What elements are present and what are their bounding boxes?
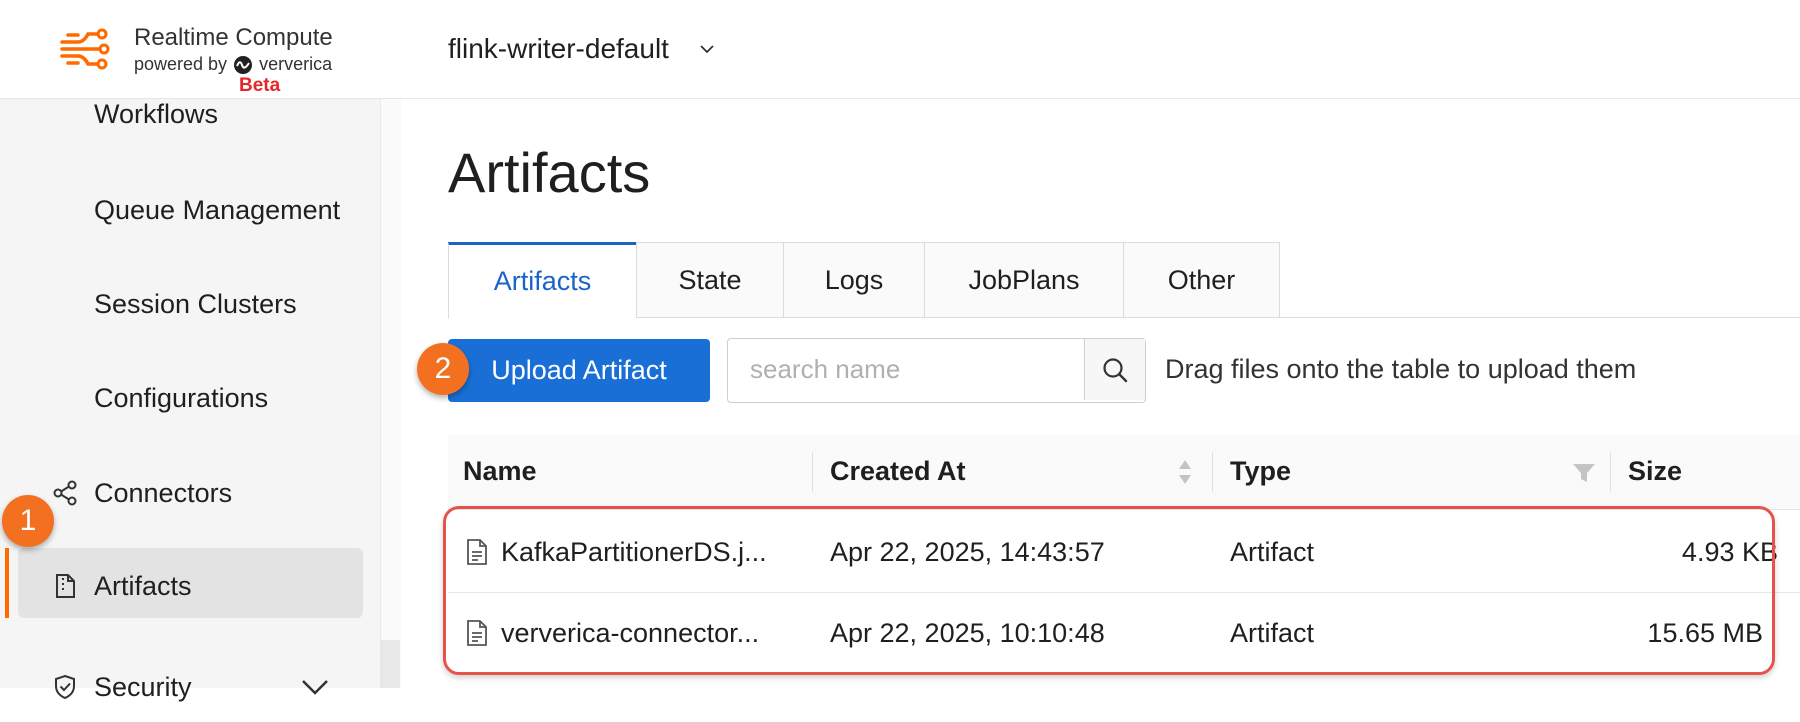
- column-divider: [812, 452, 813, 492]
- sidebar-item-label: Connectors: [94, 477, 233, 508]
- search-icon: [1103, 357, 1128, 382]
- brand-subtitle: powered by ververica: [134, 54, 332, 75]
- document-zip-icon: [56, 574, 75, 598]
- sidebar-item-configurations[interactable]: Configurations: [0, 363, 380, 433]
- file-icon: [467, 620, 487, 646]
- search-box: [727, 338, 1146, 403]
- sidebar-item-session-clusters[interactable]: Session Clusters: [0, 269, 380, 339]
- chevron-down-icon[interactable]: [300, 677, 330, 697]
- column-divider: [1610, 452, 1611, 492]
- column-divider: [1212, 452, 1213, 492]
- sidebar-item-connectors[interactable]: Connectors: [0, 458, 380, 528]
- sidebar-item-security[interactable]: Security: [0, 652, 380, 722]
- drag-upload-hint: Drag files onto the table to upload them: [1165, 354, 1637, 384]
- cell-created-at: Apr 22, 2025, 10:10:48: [830, 617, 1105, 648]
- tab-state[interactable]: State: [636, 242, 783, 318]
- step-badge-2: 2: [417, 343, 469, 395]
- beta-badge: Beta: [239, 75, 281, 96]
- sidebar-item-label: Session Clusters: [94, 288, 297, 319]
- sort-icon[interactable]: [1176, 456, 1194, 488]
- sidebar-item-label: Configurations: [94, 382, 269, 413]
- cell-created-at: Apr 22, 2025, 14:43:57: [830, 536, 1105, 567]
- cell-type: Artifact: [1230, 617, 1315, 648]
- tab-logs[interactable]: Logs: [783, 242, 924, 318]
- table-header: Name Created At Type Size: [448, 434, 1800, 510]
- sidebar-item-label: Artifacts: [94, 570, 192, 601]
- realtime-compute-logo-icon: [60, 28, 110, 70]
- brand-title: Realtime Compute: [134, 24, 333, 51]
- table-row[interactable]: KafkaPartitionerDS.j... Apr 22, 2025, 14…: [448, 512, 1800, 593]
- step-badge-1: 1: [2, 495, 54, 547]
- brand-sub-prefix: powered by: [134, 54, 228, 74]
- column-header-created-at[interactable]: Created At: [830, 434, 966, 509]
- search-input[interactable]: [728, 339, 1080, 400]
- tab-bar: Artifacts State Logs JobPlans Other: [448, 242, 1280, 319]
- table-row[interactable]: ververica-connector... Apr 22, 2025, 10:…: [448, 593, 1800, 673]
- upload-artifact-button[interactable]: Upload Artifact: [448, 339, 710, 402]
- cell-name[interactable]: ververica-connector...: [501, 593, 759, 673]
- page-title: Artifacts: [448, 141, 651, 204]
- shield-check-icon: [55, 674, 75, 700]
- sidebar: Workflows Beta Queue Management Session …: [0, 75, 380, 702]
- sidebar-item-label: Queue Management: [94, 194, 341, 225]
- sidebar-item-label: Workflows: [94, 98, 219, 129]
- search-button[interactable]: [1084, 339, 1145, 400]
- sidebar-item-workflows[interactable]: Workflows Beta: [0, 75, 380, 149]
- sidebar-divider: [380, 99, 401, 688]
- cell-size: 4.93 KB: [1681, 536, 1778, 567]
- filter-icon[interactable]: [1572, 462, 1596, 484]
- column-header-size[interactable]: Size: [1628, 434, 1682, 509]
- workspace-selector[interactable]: flink-writer-default: [448, 33, 715, 65]
- ververica-logo-icon: [234, 55, 253, 74]
- active-indicator: [5, 548, 9, 618]
- cell-size: 15.65 MB: [1647, 617, 1763, 648]
- chevron-down-icon: [700, 45, 714, 54]
- workspace-name: flink-writer-default: [448, 33, 669, 64]
- file-icon: [467, 539, 487, 565]
- tab-other[interactable]: Other: [1123, 242, 1280, 318]
- share-nodes-icon: [53, 480, 77, 506]
- column-header-type[interactable]: Type: [1230, 434, 1291, 509]
- column-header-name[interactable]: Name: [463, 434, 537, 509]
- sidebar-scrollbar[interactable]: [380, 640, 400, 688]
- sidebar-item-artifacts[interactable]: Artifacts: [0, 548, 380, 624]
- tab-jobplans[interactable]: JobPlans: [924, 242, 1123, 318]
- sidebar-item-label: Security: [94, 671, 192, 702]
- cell-type: Artifact: [1230, 536, 1315, 567]
- cell-name[interactable]: KafkaPartitionerDS.j...: [501, 512, 767, 592]
- sidebar-item-queue-management[interactable]: Queue Management: [0, 175, 380, 245]
- tab-artifacts[interactable]: Artifacts: [448, 242, 636, 319]
- brand-sub-name: ververica: [259, 54, 333, 74]
